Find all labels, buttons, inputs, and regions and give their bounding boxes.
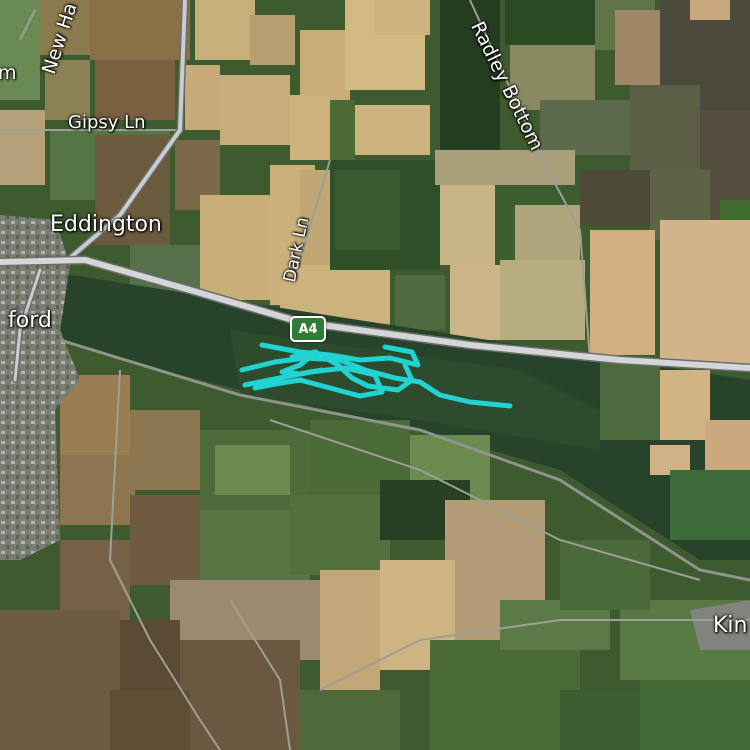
label-ford: ford	[8, 308, 52, 333]
label-kin: Kin	[713, 613, 748, 638]
label-m-fragment: m	[0, 62, 17, 84]
a4-road-shield: A4	[290, 316, 326, 342]
satellite-map[interactable]: New Ha m Gipsy Ln Radley Bottom Eddingto…	[0, 0, 750, 750]
label-gipsy-ln: Gipsy Ln	[68, 112, 146, 133]
label-eddington: Eddington	[50, 212, 162, 237]
